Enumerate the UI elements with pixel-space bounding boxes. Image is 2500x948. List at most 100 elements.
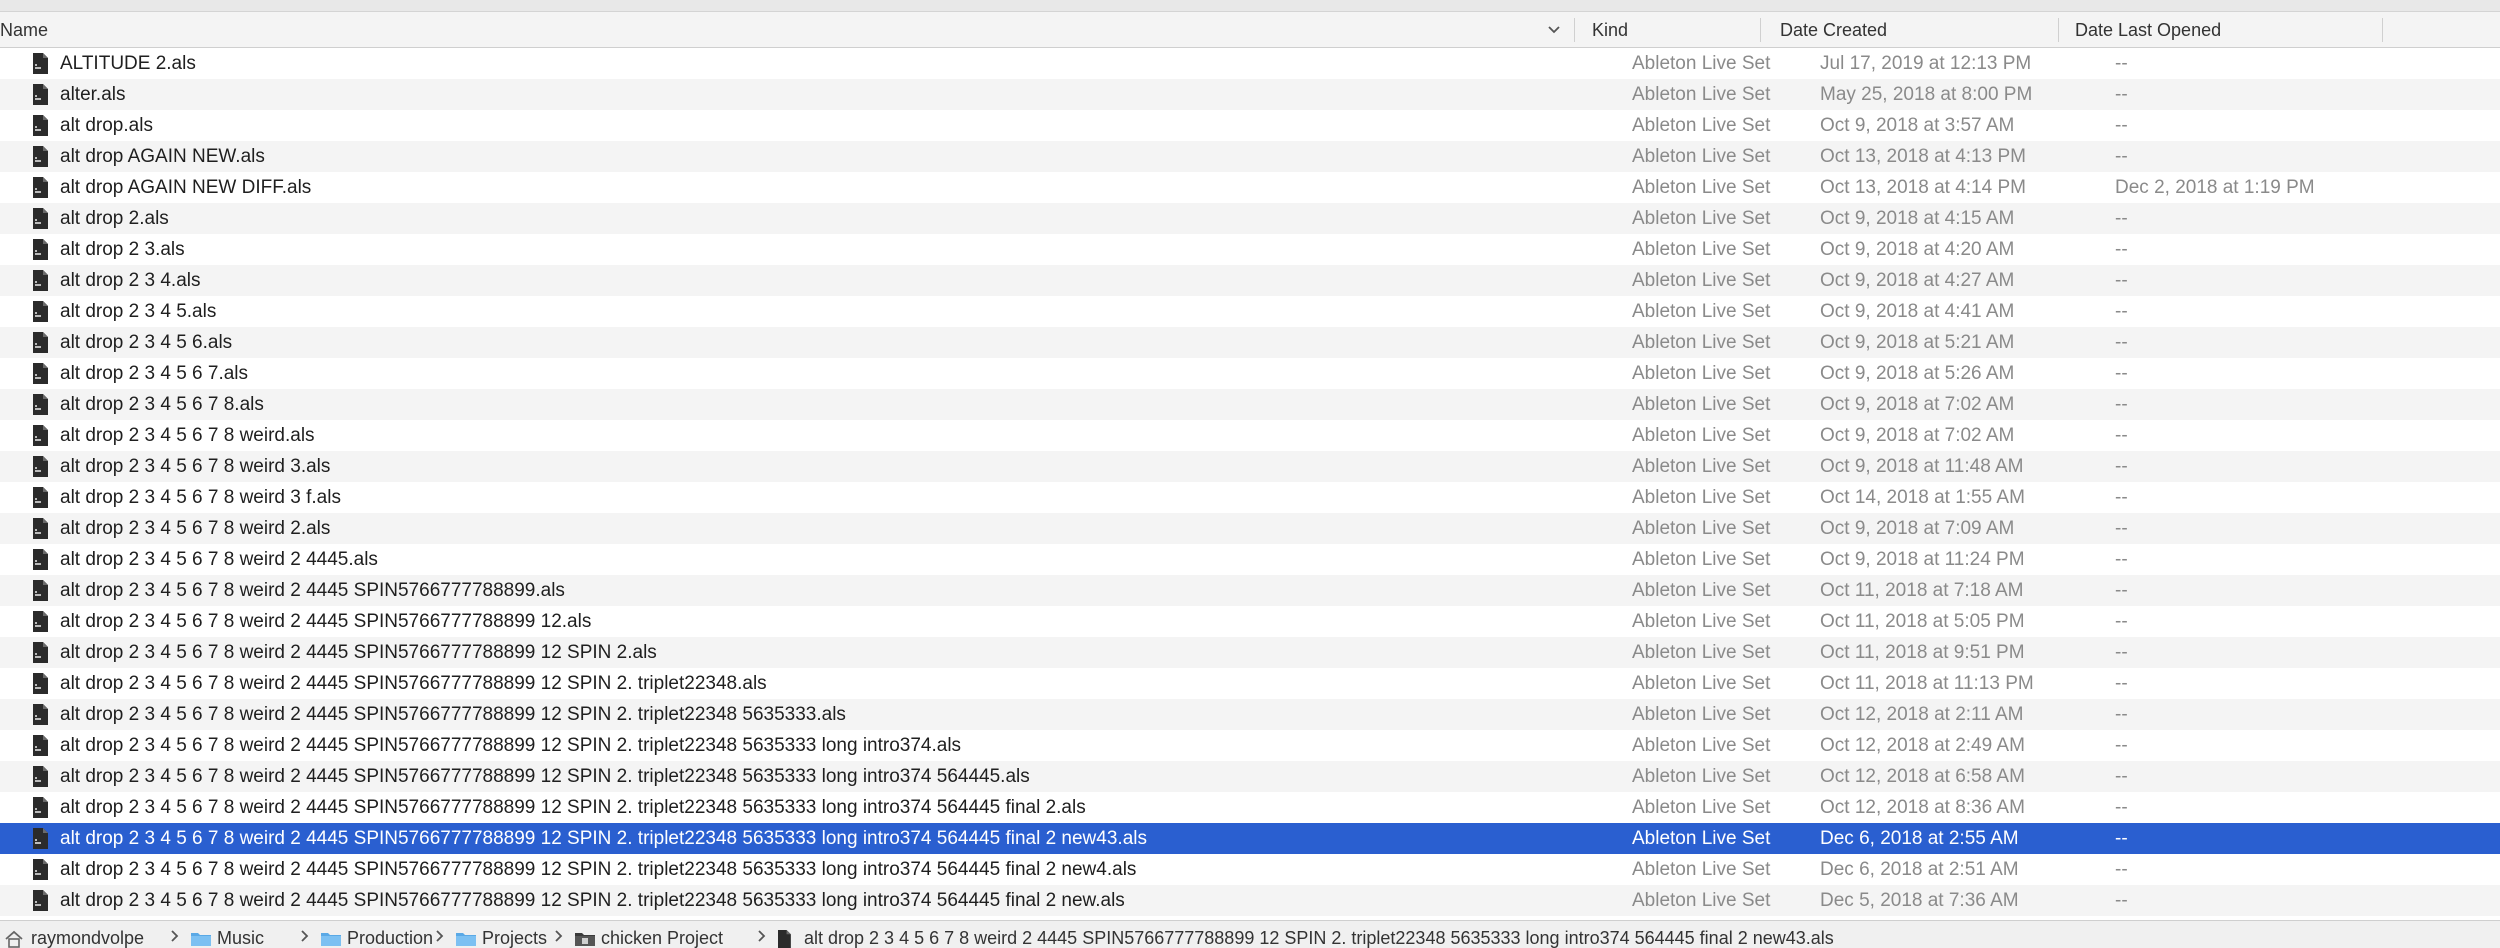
file-row[interactable]: alt drop 2 3 4 5 6 7 8 weird 3.als Ableto…: [0, 451, 2500, 482]
ableton-set-file-icon: [32, 177, 48, 198]
column-divider[interactable]: [2058, 18, 2059, 42]
file-row[interactable]: alt drop 2 3 4 5 6 7.als Ableton Live Set…: [0, 358, 2500, 389]
file-date-last-opened: --: [2115, 208, 2128, 229]
file-row[interactable]: alt drop.als Ableton Live Set Oct 9, 2018 …: [0, 110, 2500, 141]
file-kind: Ableton Live Set: [1632, 890, 1771, 911]
file-row[interactable]: alt drop AGAIN NEW.als Ableton Live Set Oc…: [0, 141, 2500, 172]
ableton-set-file-icon: [32, 828, 48, 849]
file-row[interactable]: ALTITUDE 2.als Ableton Live Set Jul 17, 20…: [0, 48, 2500, 79]
file-date-last-opened: --: [2115, 487, 2128, 508]
file-kind: Ableton Live Set: [1632, 53, 1771, 74]
file-kind: Ableton Live Set: [1632, 828, 1771, 849]
file-name: alt drop 2 3 4 5 6 7 8 weird 2 4445 SPIN…: [60, 580, 565, 601]
file-row[interactable]: alt drop 2 3 4 5 6 7 8 weird 2 4445 SPIN…: [0, 730, 2500, 761]
file-row[interactable]: alt drop 2 3 4 5 6 7 8 weird 2 4445 SPIN…: [0, 823, 2500, 854]
file-list: ALTITUDE 2.als Ableton Live Set Jul 17, 20…: [0, 48, 2500, 920]
chevron-right-icon: [301, 930, 309, 942]
file-row[interactable]: alt drop 2 3 4 5 6 7 8 weird 2 4445 SPIN…: [0, 606, 2500, 637]
file-kind: Ableton Live Set: [1632, 301, 1771, 322]
file-date-created: Oct 9, 2018 at 11:24 PM: [1820, 549, 2025, 570]
file-row[interactable]: alter.als Ableton Live Set May 25, 2018 at…: [0, 79, 2500, 110]
file-date-created: Dec 6, 2018 at 2:51 AM: [1820, 859, 2019, 880]
chevron-right-icon: [555, 930, 563, 942]
column-header-bar: Name Kind Date Created Date Last Opened: [0, 12, 2500, 48]
file-date-created: Oct 9, 2018 at 11:48 AM: [1820, 456, 2024, 477]
folder-icon: [455, 930, 477, 948]
file-date-last-opened: --: [2115, 363, 2128, 384]
file-name: alt drop 2 3 4 5 6 7 8 weird 2 4445 SPIN…: [60, 735, 962, 756]
ableton-set-file-icon: [32, 208, 48, 229]
file-row[interactable]: alt drop 2 3 4 5 6 7 8 weird 2 4445 SPIN…: [0, 792, 2500, 823]
file-name: alt drop 2 3 4.als: [60, 270, 201, 291]
ableton-set-file-icon: [32, 456, 48, 477]
file-row[interactable]: alt drop 2 3 4 5 6 7 8.als Ableton Live S…: [0, 389, 2500, 420]
file-name: alt drop 2 3 4 5 6 7 8 weird 2 4445.als: [60, 549, 378, 570]
file-row[interactable]: alt drop 2 3 4 5 6 7 8 weird 2 4445 SPIN…: [0, 854, 2500, 885]
ableton-set-file-icon: [32, 84, 48, 105]
file-row[interactable]: alt drop 2 3 4 5 6 7 8 weird.als Ableton …: [0, 420, 2500, 451]
file-date-last-opened: --: [2115, 797, 2128, 818]
home-icon: [4, 930, 24, 948]
folder-icon: [320, 930, 342, 948]
ableton-set-file-icon: [32, 859, 48, 880]
file-kind: Ableton Live Set: [1632, 642, 1771, 663]
breadcrumb-label: Projects: [482, 928, 548, 948]
file-row[interactable]: alt drop 2 3 4 5 6.als Ableton Live Set Oc…: [0, 327, 2500, 358]
file-date-last-opened: --: [2115, 859, 2128, 880]
file-row[interactable]: alt drop 2 3 4 5 6 7 8 weird 2 4445 SPIN…: [0, 761, 2500, 792]
file-kind: Ableton Live Set: [1632, 239, 1771, 260]
ableton-set-file-icon: [32, 549, 48, 570]
file-row[interactable]: alt drop 2 3 4 5 6 7 8 weird 2 4445.als A…: [0, 544, 2500, 575]
file-date-last-opened: --: [2115, 53, 2128, 74]
file-date-created: Oct 9, 2018 at 4:20 AM: [1820, 239, 2015, 260]
column-divider[interactable]: [2382, 18, 2383, 42]
file-date-created: Oct 9, 2018 at 7:09 AM: [1820, 518, 2015, 539]
ableton-set-file-icon: [32, 146, 48, 167]
file-kind: Ableton Live Set: [1632, 487, 1771, 508]
file-name: alt drop 2 3 4 5 6 7 8 weird.als: [60, 425, 315, 446]
file-kind: Ableton Live Set: [1632, 177, 1771, 198]
file-name: alt drop AGAIN NEW DIFF.als: [60, 177, 312, 198]
ableton-set-file-icon: [32, 766, 48, 787]
file-row[interactable]: alt drop 2 3 4 5 6 7 8 weird 2 4445 SPIN…: [0, 885, 2500, 916]
file-row[interactable]: alt drop 2 3 4 5 6 7 8 weird 2.als Ableto…: [0, 513, 2500, 544]
file-date-created: Oct 9, 2018 at 4:41 AM: [1820, 301, 2015, 322]
file-name: alt drop 2 3 4 5 6 7 8 weird 2 4445 SPIN…: [60, 890, 1125, 911]
file-date-created: Oct 9, 2018 at 3:57 AM: [1820, 115, 2015, 136]
file-name: alt drop 2 3 4 5 6 7 8 weird 2 4445 SPIN…: [60, 797, 1086, 818]
file-name: alt drop 2 3 4 5 6 7 8 weird 2.als: [60, 518, 331, 539]
project-folder-icon: [574, 930, 596, 948]
file-kind: Ableton Live Set: [1632, 549, 1771, 570]
ableton-set-file-icon: [32, 704, 48, 725]
ableton-set-file-icon: [32, 611, 48, 632]
file-row[interactable]: alt drop 2 3 4.als Ableton Live Set Oct 9,…: [0, 265, 2500, 296]
column-divider[interactable]: [1760, 18, 1761, 42]
chevron-down-icon[interactable]: [1544, 20, 1564, 40]
file-date-created: Oct 13, 2018 at 4:14 PM: [1820, 177, 2026, 198]
file-date-created: Oct 9, 2018 at 5:21 AM: [1820, 332, 2015, 353]
file-row[interactable]: alt drop 2 3 4 5 6 7 8 weird 2 4445 SPIN…: [0, 575, 2500, 606]
ableton-set-file-icon: [32, 115, 48, 136]
file-kind: Ableton Live Set: [1632, 673, 1771, 694]
column-header-kind[interactable]: Kind: [1592, 12, 1628, 48]
column-header-date-created[interactable]: Date Created: [1780, 12, 1887, 48]
column-header-name[interactable]: Name: [0, 12, 48, 48]
column-header-date-last-opened[interactable]: Date Last Opened: [2075, 12, 2221, 48]
file-row[interactable]: alt drop 2 3 4 5 6 7 8 weird 3 f.als Able…: [0, 482, 2500, 513]
column-divider[interactable]: [1574, 18, 1575, 42]
file-row[interactable]: alt drop 2 3 4 5 6 7 8 weird 2 4445 SPIN…: [0, 699, 2500, 730]
breadcrumb-label: Production: [347, 928, 434, 948]
file-row[interactable]: alt drop 2 3.als Ableton Live Set Oct 9, 2…: [0, 234, 2500, 265]
file-name: alt drop 2 3 4 5.als: [60, 301, 217, 322]
file-kind: Ableton Live Set: [1632, 580, 1771, 601]
file-row[interactable]: alt drop 2 3 4 5 6 7 8 weird 2 4445 SPIN…: [0, 668, 2500, 699]
file-row[interactable]: alt drop AGAIN NEW DIFF.als Ableton Live …: [0, 172, 2500, 203]
file-row[interactable]: alt drop 2.als Ableton Live Set Oct 9, 201…: [0, 203, 2500, 234]
file-date-last-opened: --: [2115, 456, 2128, 477]
ableton-set-file-icon: [32, 673, 48, 694]
file-row[interactable]: alt drop 2 3 4 5.als Ableton Live Set Oct …: [0, 296, 2500, 327]
file-row[interactable]: alt drop 2 3 4 5 6 7 8 weird 2 4445 SPIN…: [0, 637, 2500, 668]
ableton-set-file-icon: [32, 332, 48, 353]
chevron-right-icon: [758, 930, 766, 942]
chevron-right-icon: [436, 930, 444, 942]
